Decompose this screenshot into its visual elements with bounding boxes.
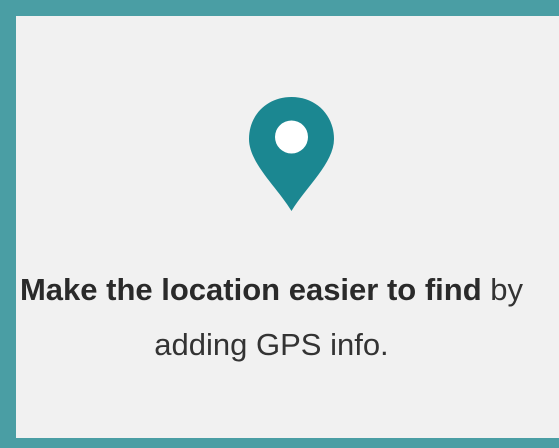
location-pin-icon xyxy=(247,95,336,213)
message-rest-text: by xyxy=(481,272,523,307)
gps-info-message: Make the location easier to find by addi… xyxy=(0,262,543,372)
gps-info-card xyxy=(0,0,559,448)
message-line-2: adding GPS info. xyxy=(154,327,389,362)
message-bold-text: Make the location easier to find xyxy=(19,272,482,307)
message-line-1: Make the location easier to find by xyxy=(0,262,543,317)
